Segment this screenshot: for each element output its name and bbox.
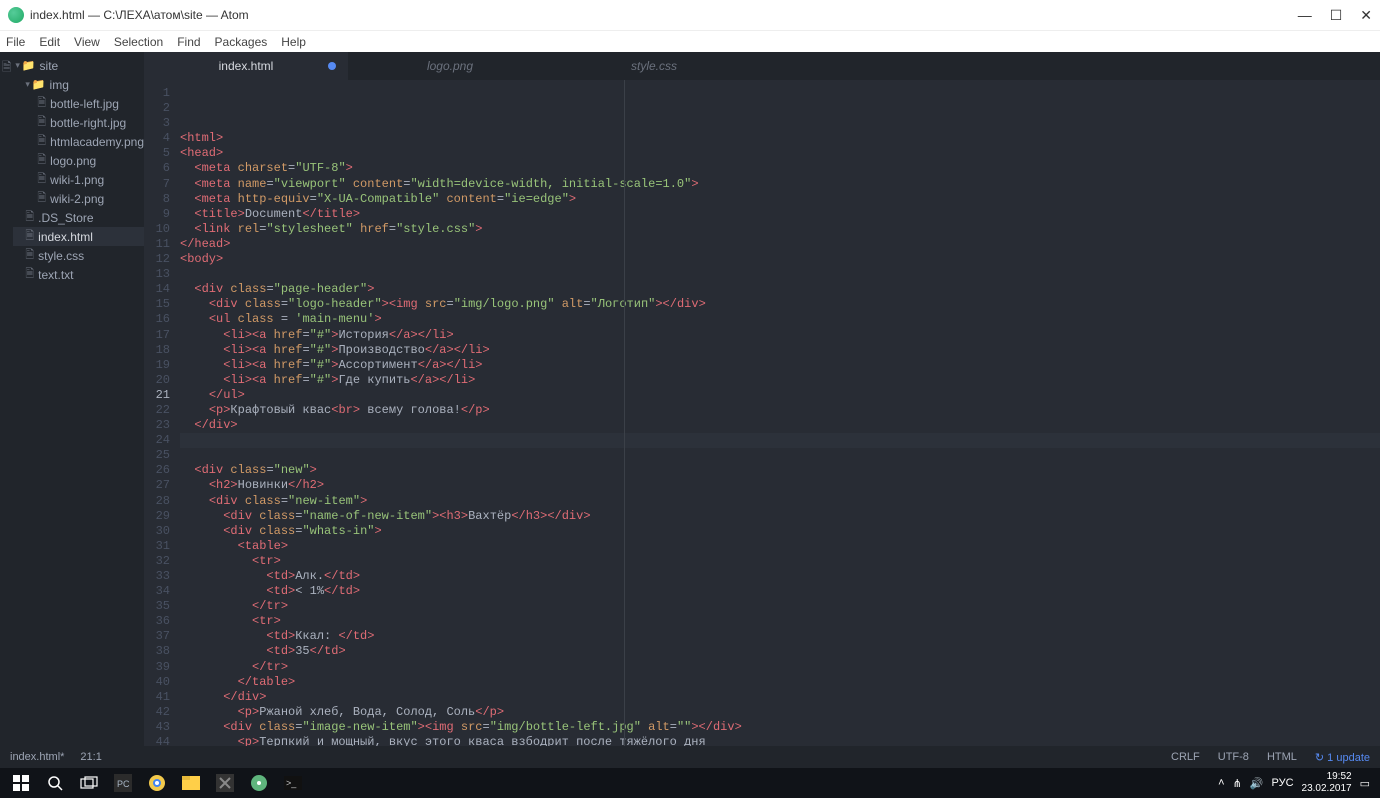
maximize-button[interactable]: ☐ — [1330, 7, 1343, 24]
tree-label: site — [40, 59, 59, 73]
menu-packages[interactable]: Packages — [215, 35, 268, 49]
tree-folder-site[interactable]: ▾📁site — [13, 56, 144, 75]
tree-label: wiki-1.png — [50, 173, 104, 187]
tab-label: logo.png — [427, 59, 473, 73]
svg-text:PC: PC — [117, 779, 130, 789]
start-button[interactable] — [4, 768, 38, 798]
tab-bar: index.html logo.png style.css — [144, 52, 1380, 80]
tree-label: img — [50, 78, 69, 92]
window-title: index.html — C:\ЛЕХА\атом\site — Atom — [30, 8, 249, 22]
code-area[interactable]: 1234567891011121314151617181920212223242… — [144, 80, 1380, 746]
taskbar-app-wot[interactable] — [208, 768, 242, 798]
tree-file[interactable]: 🗎bottle-left.jpg — [13, 94, 144, 113]
main-area: 🗎 ▾📁site ▾📁img 🗎bottle-left.jpg 🗎bottle-… — [0, 52, 1380, 746]
tree-label: text.txt — [38, 268, 73, 282]
tree-label: bottle-right.jpg — [50, 116, 126, 130]
tree-file[interactable]: 🗎.DS_Store — [13, 208, 144, 227]
editor-pane: index.html logo.png style.css 1234567891… — [144, 52, 1380, 746]
status-cursor[interactable]: 21:1 — [80, 751, 101, 763]
tree-label: .DS_Store — [38, 211, 93, 225]
line-number-gutter: 1234567891011121314151617181920212223242… — [144, 80, 180, 746]
atom-app-icon — [8, 7, 24, 23]
tab-label: index.html — [219, 59, 274, 73]
taskbar-app-chrome[interactable] — [140, 768, 174, 798]
tab-index-html[interactable]: index.html — [144, 52, 348, 80]
tray-wifi-icon[interactable]: ⋔ — [1233, 777, 1242, 790]
status-updates[interactable]: ↻ 1 update — [1315, 751, 1370, 764]
windows-taskbar: PC >_ ˄ ⋔ 🔊 РУС 19:52 23.02.2017 ▭ — [0, 768, 1380, 798]
menu-bar: File Edit View Selection Find Packages H… — [0, 30, 1380, 52]
status-filename[interactable]: index.html* — [10, 751, 64, 763]
wrap-guide — [624, 80, 625, 746]
tab-logo-png[interactable]: logo.png — [348, 52, 552, 80]
tree-label: wiki-2.png — [50, 192, 104, 206]
tree-label: bottle-left.jpg — [50, 97, 119, 111]
tree-file[interactable]: 🗎text.txt — [13, 265, 144, 284]
tree-label: htmlacademy.png — [50, 135, 144, 149]
sidebar-gutter: 🗎 — [0, 52, 13, 746]
taskbar-app-explorer[interactable] — [174, 768, 208, 798]
file-icon[interactable]: 🗎 — [2, 58, 12, 79]
menu-find[interactable]: Find — [177, 35, 200, 49]
file-tree[interactable]: ▾📁site ▾📁img 🗎bottle-left.jpg 🗎bottle-ri… — [13, 52, 144, 746]
taskbar-app-pycharm[interactable]: PC — [106, 768, 140, 798]
status-bar: index.html* 21:1 CRLF UTF-8 HTML ↻ 1 upd… — [0, 746, 1380, 768]
menu-file[interactable]: File — [6, 35, 25, 49]
tree-folder-img[interactable]: ▾📁img — [13, 75, 144, 94]
sidebar: 🗎 ▾📁site ▾📁img 🗎bottle-left.jpg 🗎bottle-… — [0, 52, 144, 746]
status-lang[interactable]: HTML — [1267, 751, 1297, 763]
code-content[interactable]: <html><head> <meta charset="UTF-8"> <met… — [180, 80, 1380, 746]
status-encoding[interactable]: UTF-8 — [1218, 751, 1249, 763]
tree-file[interactable]: 🗎wiki-1.png — [13, 170, 144, 189]
tree-file-selected[interactable]: 🗎index.html — [13, 227, 144, 246]
window-titlebar: index.html — C:\ЛЕХА\атом\site — Atom — … — [0, 0, 1380, 30]
tree-file[interactable]: 🗎htmlacademy.png — [13, 132, 144, 151]
modified-dot-icon — [328, 62, 336, 70]
tray-notifications-icon[interactable]: ▭ — [1360, 777, 1370, 790]
search-button[interactable] — [38, 768, 72, 798]
tree-label: index.html — [38, 230, 93, 244]
tray-time: 19:52 — [1302, 771, 1352, 783]
tray-language[interactable]: РУС — [1272, 777, 1294, 789]
menu-edit[interactable]: Edit — [39, 35, 60, 49]
taskview-button[interactable] — [72, 768, 106, 798]
tray-date: 23.02.2017 — [1302, 783, 1352, 795]
status-eol[interactable]: CRLF — [1171, 751, 1200, 763]
menu-view[interactable]: View — [74, 35, 100, 49]
status-updates-label: 1 update — [1327, 752, 1370, 764]
menu-selection[interactable]: Selection — [114, 35, 163, 49]
tree-file[interactable]: 🗎wiki-2.png — [13, 189, 144, 208]
tree-file[interactable]: 🗎logo.png — [13, 151, 144, 170]
svg-text:>_: >_ — [286, 778, 297, 788]
close-button[interactable]: ✕ — [1360, 7, 1372, 24]
minimize-button[interactable]: — — [1298, 7, 1312, 24]
menu-help[interactable]: Help — [281, 35, 306, 49]
tray-chevron-up-icon[interactable]: ˄ — [1218, 777, 1224, 789]
taskbar-app-atom[interactable] — [242, 768, 276, 798]
tree-file[interactable]: 🗎style.css — [13, 246, 144, 265]
tray-clock[interactable]: 19:52 23.02.2017 — [1302, 771, 1352, 795]
window-controls: — ☐ ✕ — [1298, 7, 1372, 24]
tree-label: logo.png — [50, 154, 96, 168]
tab-label: style.css — [631, 59, 677, 73]
system-tray: ˄ ⋔ 🔊 РУС 19:52 23.02.2017 ▭ — [1218, 771, 1376, 795]
tree-label: style.css — [38, 249, 84, 263]
tab-style-css[interactable]: style.css — [552, 52, 756, 80]
tree-file[interactable]: 🗎bottle-right.jpg — [13, 113, 144, 132]
taskbar-app-terminal[interactable]: >_ — [276, 768, 310, 798]
tray-volume-icon[interactable]: 🔊 — [1250, 777, 1264, 790]
